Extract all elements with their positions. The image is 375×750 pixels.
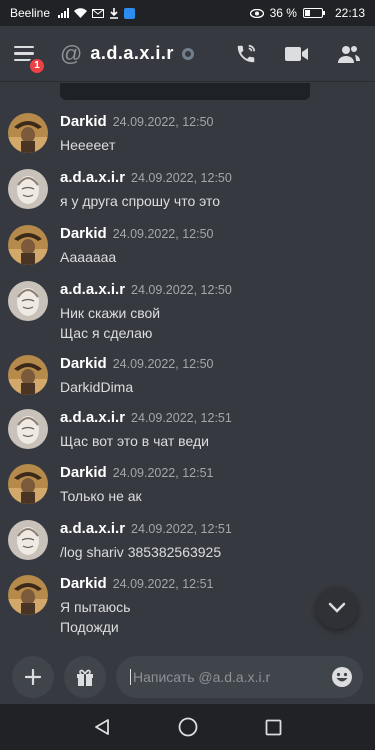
message-timestamp: 24.09.2022, 12:51 — [112, 577, 214, 591]
recents-icon[interactable] — [265, 719, 282, 736]
carrier-name: Beeline — [10, 6, 51, 20]
message-item[interactable]: Darkid 24.09.2022, 12:51 Только не ак — [0, 464, 375, 506]
status-bar: Beeline 36 % 22:13 — [0, 0, 375, 26]
message-author[interactable]: Darkid — [60, 575, 107, 592]
call-icon[interactable] — [235, 43, 257, 65]
message-text: Щас я сделаю — [60, 325, 153, 341]
avatar[interactable] — [8, 575, 48, 615]
message-list[interactable]: Darkid 24.09.2022, 12:50 Неееeeт a.d.a.x.i.… — [0, 83, 375, 650]
app-notification-icon — [124, 7, 136, 19]
message-timestamp: 24.09.2022, 12:51 — [131, 522, 232, 536]
home-icon[interactable] — [178, 717, 198, 737]
message-composer: Написать @a.d.a.x.i.r — [0, 650, 375, 704]
message-item[interactable]: a.d.a.x.i.r 24.09.2022, 12:50 Ник скажи св… — [0, 281, 375, 343]
message-text: /log shariv 385382563925 — [60, 544, 222, 560]
message-text: Я пытаюсь — [60, 599, 131, 615]
unread-badge: 1 — [28, 56, 46, 75]
message-text: Подожди — [60, 619, 119, 635]
message-timestamp: 24.09.2022, 12:50 — [112, 227, 214, 241]
gift-button[interactable] — [64, 656, 106, 698]
avatar[interactable] — [8, 169, 48, 209]
avatar[interactable] — [8, 464, 48, 504]
message-item[interactable]: a.d.a.x.i.r 24.09.2022, 12:50 я у друга сп… — [0, 169, 375, 211]
message-input[interactable]: Написать @a.d.a.x.i.r — [116, 656, 363, 698]
message-text: я у друга спрошу что это — [60, 193, 221, 209]
offline-status-icon — [181, 47, 194, 60]
at-icon: @ — [60, 40, 83, 66]
message-timestamp: 24.09.2022, 12:50 — [131, 171, 232, 185]
message-item[interactable]: Darkid 24.09.2022, 12:50 Аааааaa — [0, 225, 375, 267]
message-author[interactable]: a.d.a.x.i.r — [60, 520, 125, 537]
message-text: Неееeeт — [60, 137, 116, 153]
message-text: Только не ак — [60, 488, 142, 504]
message-item[interactable]: Darkid 24.09.2022, 12:50 DarkidDima — [0, 355, 375, 397]
battery-icon — [302, 8, 325, 18]
system-navigation-bar — [0, 704, 375, 750]
members-icon[interactable] — [337, 44, 361, 64]
mail-icon — [92, 8, 105, 18]
emoji-icon[interactable] — [331, 666, 353, 688]
download-icon — [110, 7, 119, 19]
wifi-icon — [74, 8, 88, 18]
avatar[interactable] — [8, 113, 48, 153]
message-author[interactable]: a.d.a.x.i.r — [60, 281, 125, 298]
message-input-placeholder: Написать @a.d.a.x.i.r — [130, 669, 331, 685]
channel-title[interactable]: a.d.a.x.i.r — [90, 43, 174, 64]
message-author[interactable]: Darkid — [60, 113, 107, 130]
message-timestamp: 24.09.2022, 12:50 — [112, 115, 214, 129]
avatar[interactable] — [8, 409, 48, 449]
gift-icon — [77, 669, 93, 686]
battery-percent: 36 % — [269, 6, 297, 20]
message-author[interactable]: a.d.a.x.i.r — [60, 169, 125, 186]
jump-to-present-button[interactable] — [316, 587, 358, 629]
message-timestamp: 24.09.2022, 12:51 — [112, 466, 214, 480]
message-text: DarkidDima — [60, 379, 134, 395]
message-item[interactable]: Darkid 24.09.2022, 12:50 Неееeeт — [0, 113, 375, 155]
avatar[interactable] — [8, 520, 48, 560]
plus-icon — [25, 669, 41, 685]
message-timestamp: 24.09.2022, 12:50 — [131, 283, 232, 297]
message-text: Щас вот это в чат веди — [60, 433, 209, 449]
message-author[interactable]: Darkid — [60, 225, 107, 242]
message-text: Аааааaa — [60, 249, 117, 265]
video-icon[interactable] — [285, 45, 309, 63]
message-item[interactable]: a.d.a.x.i.r 24.09.2022, 12:51/log shariv … — [0, 520, 375, 562]
signal-icon — [58, 8, 70, 18]
message-author[interactable]: Darkid — [60, 355, 107, 372]
avatar[interactable] — [8, 355, 48, 395]
message-author[interactable]: Darkid — [60, 464, 107, 481]
chevron-down-icon — [328, 602, 346, 613]
image-attachment-preview[interactable] — [60, 83, 310, 100]
message-item[interactable]: a.d.a.x.i.r 24.09.2022, 12:51 Щас вот это … — [0, 409, 375, 451]
avatar[interactable] — [8, 225, 48, 265]
menu-button[interactable]: 1 — [14, 41, 46, 75]
message-timestamp: 24.09.2022, 12:51 — [131, 411, 232, 425]
back-icon[interactable] — [93, 718, 111, 736]
message-author[interactable]: a.d.a.x.i.r — [60, 409, 125, 426]
channel-header: 1 @ a.d.a.x.i.r — [0, 26, 375, 82]
eye-icon — [249, 8, 264, 18]
add-attachment-button[interactable] — [12, 656, 54, 698]
message-text: Ник скажи свой — [60, 305, 161, 321]
avatar[interactable] — [8, 281, 48, 321]
clock: 22:13 — [334, 6, 365, 20]
message-timestamp: 24.09.2022, 12:50 — [112, 357, 214, 371]
